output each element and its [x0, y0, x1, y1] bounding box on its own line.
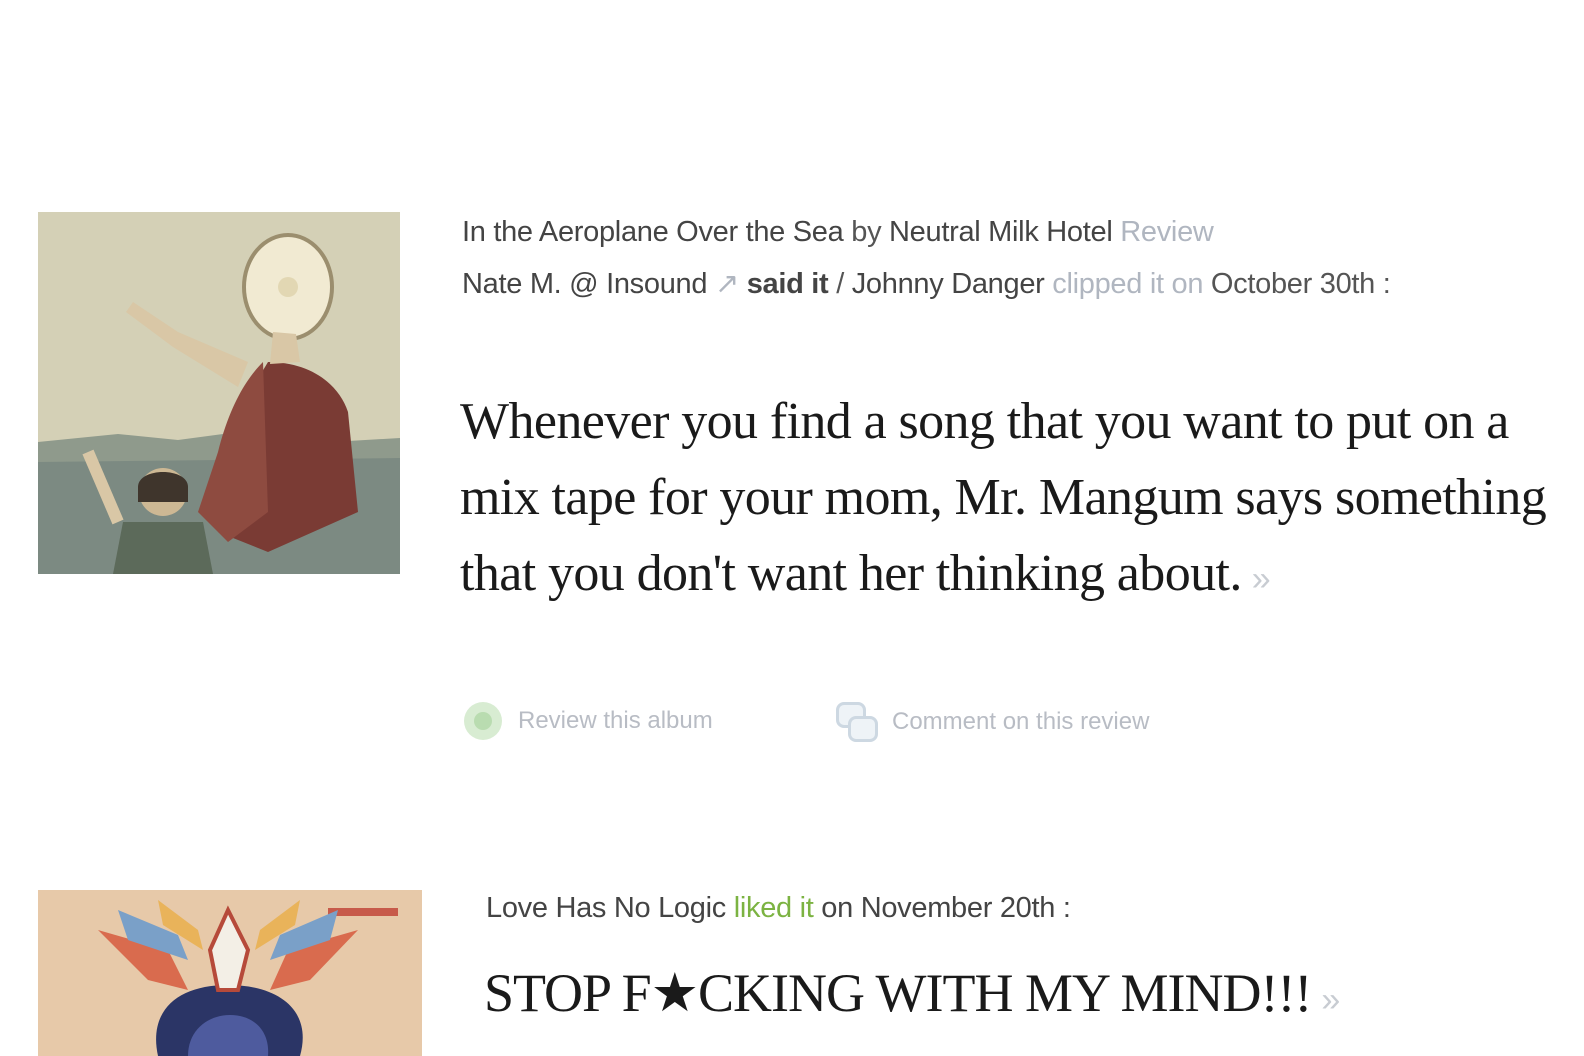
review-meta: In the Aeroplane Over the Sea by Neutral…: [462, 204, 1472, 308]
read-more-link[interactable]: »: [1252, 560, 1271, 598]
review-quote: Whenever you find a song that you want t…: [460, 384, 1575, 617]
reviewer-link[interactable]: Nate M. @ Insound: [462, 268, 707, 300]
read-more-link[interactable]: »: [1321, 981, 1340, 1019]
album-art-image: [38, 212, 400, 574]
external-link-icon[interactable]: ↗: [715, 268, 739, 300]
like-quote-text: STOP F★CKING WITH MY MIND!!!: [484, 963, 1312, 1023]
comment-review-button[interactable]: Comment on this review: [836, 702, 1149, 742]
album-art-image: [38, 890, 422, 1056]
review-quote-text: Whenever you find a song that you want t…: [460, 393, 1547, 602]
like-meta: Love Has No Logic liked it on November 2…: [486, 878, 1486, 938]
user-link[interactable]: Love Has No Logic: [486, 892, 726, 924]
liked-label: liked it: [733, 892, 814, 924]
by-text: by: [851, 216, 882, 248]
separator: /: [836, 268, 844, 300]
album-cover[interactable]: [38, 890, 422, 1056]
album-cover[interactable]: [38, 212, 400, 574]
said-it-label: said it: [746, 268, 829, 300]
review-meta-line2: Nate M. @ Insound ↗ said it / Johnny Dan…: [462, 260, 1472, 308]
review-date: October 30th :: [1210, 268, 1391, 300]
like-date: on November 20th :: [821, 892, 1071, 924]
review-icon: [464, 702, 502, 740]
feed: In the Aeroplane Over the Sea by Neutral…: [0, 0, 1584, 1056]
comment-icon: [836, 702, 878, 742]
clipper-link[interactable]: Johnny Danger: [852, 268, 1045, 300]
clipped-label: clipped it on: [1052, 268, 1204, 300]
review-album-label: Review this album: [518, 707, 713, 734]
comment-review-label: Comment on this review: [892, 708, 1150, 735]
review-type-link[interactable]: Review: [1120, 216, 1214, 248]
review-album-button[interactable]: Review this album: [464, 702, 713, 740]
artist-link[interactable]: Neutral Milk Hotel: [889, 216, 1113, 248]
like-quote: STOP F★CKING WITH MY MIND!!!»: [484, 958, 1340, 1035]
like-entry: Love Has No Logic liked it on November 2…: [0, 886, 1584, 1056]
album-link[interactable]: In the Aeroplane Over the Sea: [462, 216, 844, 248]
review-entry: In the Aeroplane Over the Sea by Neutral…: [0, 212, 1584, 772]
